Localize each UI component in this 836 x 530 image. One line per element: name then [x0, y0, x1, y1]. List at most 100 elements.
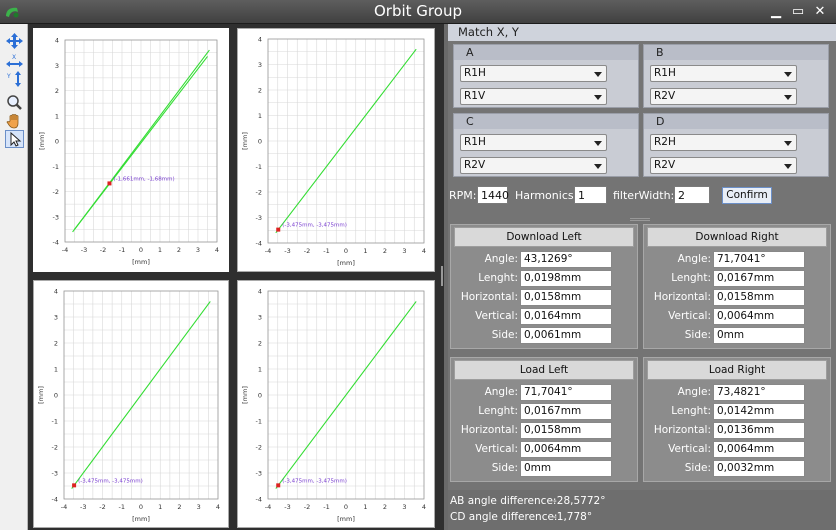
group-a-select-2[interactable]: R1V	[460, 88, 607, 105]
x-tick-label: -3	[80, 503, 86, 511]
load-left-length-value[interactable]: 0,0167mm	[520, 403, 612, 420]
y-tick-label: 2	[54, 340, 58, 348]
orbit-marker[interactable]	[276, 483, 281, 488]
zoom-icon[interactable]	[5, 94, 24, 112]
y-tick-label: -3	[52, 470, 58, 478]
hand-icon[interactable]	[5, 112, 24, 130]
pointer-icon[interactable]	[5, 130, 24, 148]
download-right-row-side: Side: 0mm	[644, 327, 832, 344]
group-d-select-2-value: R2V	[654, 159, 676, 171]
load-left-vertical-value[interactable]: 0,0064mm	[520, 441, 612, 458]
load-right-row-horizontal: Horizontal: 0,0136mm	[644, 422, 832, 439]
download-left-row-vertical: Vertical: 0,0164mm	[451, 308, 639, 325]
load-right-angle-value[interactable]: 73,4821°	[713, 384, 805, 401]
x-tick-label: -1	[119, 503, 125, 511]
settings-pane: Match X, Y A R1H R1V B R1H R2V C R1H R2V…	[448, 24, 836, 530]
vertical-label: Vertical:	[668, 443, 711, 455]
x-axis-label: [mm]	[337, 259, 355, 267]
y-tick-label: 1	[54, 366, 58, 374]
fit-x-icon[interactable]: X	[5, 52, 24, 70]
download-left-length-value[interactable]: 0,0198mm	[520, 270, 612, 287]
orbit-plot-4[interactable]: -4 -3 -2 -1 0 1 2 3 4 4 3 2 1 0 -1 -2 -3 -4 [mm] [mm] (-3,47…	[237, 280, 435, 528]
pan-all-icon[interactable]	[5, 32, 24, 50]
group-a-select-1[interactable]: R1H	[460, 65, 607, 82]
side-label: Side:	[684, 462, 711, 474]
download-right-angle-value[interactable]: 71,7041°	[713, 251, 805, 268]
group-b-select-2[interactable]: R2V	[650, 88, 797, 105]
download-left-side-value[interactable]: 0,0061mm	[520, 327, 612, 344]
group-d: D R2H R2V	[643, 113, 829, 177]
load-left-horizontal-value[interactable]: 0,0158mm	[520, 422, 612, 439]
load-left-angle-value[interactable]: 71,7041°	[520, 384, 612, 401]
x-tick-label: 1	[158, 246, 162, 254]
group-c-select-2-value: R2V	[464, 159, 486, 171]
y-tick-label: 0	[258, 392, 262, 400]
y-tick-label: -2	[52, 444, 58, 452]
group-b-select-1[interactable]: R1H	[650, 65, 797, 82]
confirm-button[interactable]: Confirm	[722, 187, 772, 204]
x-tick-label: 3	[402, 247, 406, 255]
download-right-side-value[interactable]: 0mm	[713, 327, 805, 344]
load-right-horizontal-value[interactable]: 0,0136mm	[713, 422, 805, 439]
load-right-side-value[interactable]: 0,0032mm	[713, 460, 805, 477]
load-left-row-horizontal: Horizontal: 0,0158mm	[451, 422, 639, 439]
download-right-vertical-value[interactable]: 0,0064mm	[713, 308, 805, 325]
group-d-select-1[interactable]: R2H	[650, 134, 797, 151]
y-tick-label: 2	[258, 87, 262, 95]
download-right-length-value[interactable]: 0,0167mm	[713, 270, 805, 287]
x-tick-label: 4	[216, 503, 220, 511]
orbit-plot-2[interactable]: -4 -3 -2 -1 0 1 2 3 4 4 3 2 1 0 -1 -2 -3 -4 [mm] [mm] (-3,47…	[237, 28, 435, 272]
orbit-marker[interactable]	[72, 483, 77, 488]
download-left-horizontal-value[interactable]: 0,0158mm	[520, 289, 612, 306]
y-tick-label: -2	[53, 188, 59, 196]
rpm-label: RPM:	[449, 189, 477, 202]
download-right-row-length: Lenght: 0,0167mm	[644, 270, 832, 287]
title-bar[interactable]: Orbit Group ▁ ▭ ✕	[0, 0, 836, 24]
load-right-panel: Load Right Angle: 73,4821° Lenght: 0,0142mm H…	[643, 357, 831, 482]
download-left-angle-value[interactable]: 43,1269°	[520, 251, 612, 268]
y-tick-label: -3	[256, 470, 262, 478]
load-right-row-length: Lenght: 0,0142mm	[644, 403, 832, 420]
load-left-title: Load Left	[454, 360, 634, 380]
group-d-select-1-value: R2H	[654, 136, 676, 148]
load-right-vertical-value[interactable]: 0,0064mm	[713, 441, 805, 458]
download-right-horizontal-value[interactable]: 0,0158mm	[713, 289, 805, 306]
x-tick-label: -4	[61, 503, 67, 511]
filter-width-input[interactable]: 2	[674, 186, 710, 204]
horizontal-splitter-grip[interactable]	[630, 218, 650, 221]
download-left-vertical-value[interactable]: 0,0164mm	[520, 308, 612, 325]
y-tick-label: 1	[258, 366, 262, 374]
y-axis-label: [mm]	[241, 386, 249, 404]
harmonics-label: Harmonics:	[515, 189, 578, 202]
group-a: A R1H R1V	[453, 44, 639, 108]
load-right-length-value[interactable]: 0,0142mm	[713, 403, 805, 420]
orbit-plots-area: -4 -3 -2 -1 0 1 2 3 4 4 3 2 1 0 -1 -2 -3 -4 [mm] [mm] (-1,66…	[28, 24, 444, 530]
match-xy-header: Match X, Y	[448, 24, 836, 41]
y-axis-label: [mm]	[37, 386, 45, 404]
y-tick-label: 4	[258, 288, 262, 296]
x-tick-label: -1	[323, 247, 329, 255]
group-c-select-2[interactable]: R2V	[460, 157, 607, 174]
orbit-group-window: Orbit Group ▁ ▭ ✕ X Y -4 -3 -2 -1 0 1 2 3 4 4 3 2 1 0…	[0, 0, 836, 530]
group-c-select-1[interactable]: R1H	[460, 134, 607, 151]
rpm-input[interactable]: 1440	[477, 186, 509, 204]
orbit-plot-1[interactable]: -4 -3 -2 -1 0 1 2 3 4 4 3 2 1 0 -1 -2 -3 -4 [mm] [mm] (-1,66…	[33, 28, 229, 272]
download-left-row-side: Side: 0,0061mm	[451, 327, 639, 344]
x-tick-label: -2	[304, 503, 310, 511]
harmonics-input[interactable]: 1	[574, 186, 607, 204]
y-tick-label: 3	[54, 314, 58, 322]
angle-label: Angle:	[677, 253, 711, 265]
fit-y-icon[interactable]: Y	[5, 70, 24, 88]
group-a-select-2-value: R1V	[464, 90, 486, 102]
orbit-plot-3[interactable]: -4 -3 -2 -1 0 1 2 3 4 4 3 2 1 0 -1 -2 -3 -4 [mm] [mm] (-3,47…	[33, 280, 229, 528]
close-icon[interactable]: ✕	[812, 4, 828, 20]
maximize-icon[interactable]: ▭	[790, 4, 806, 20]
load-left-side-value[interactable]: 0mm	[520, 460, 612, 477]
orbit-marker[interactable]	[276, 227, 281, 232]
group-b-select-2-value: R2V	[654, 90, 676, 102]
minimize-icon[interactable]: ▁	[768, 4, 784, 20]
group-d-select-2[interactable]: R2V	[650, 157, 797, 174]
parameters-row: RPM: 1440 Harmonics: 1 filterWidth: 2 Co…	[448, 186, 836, 208]
orbit-marker[interactable]	[107, 181, 112, 186]
y-tick-label: 4	[55, 37, 59, 45]
